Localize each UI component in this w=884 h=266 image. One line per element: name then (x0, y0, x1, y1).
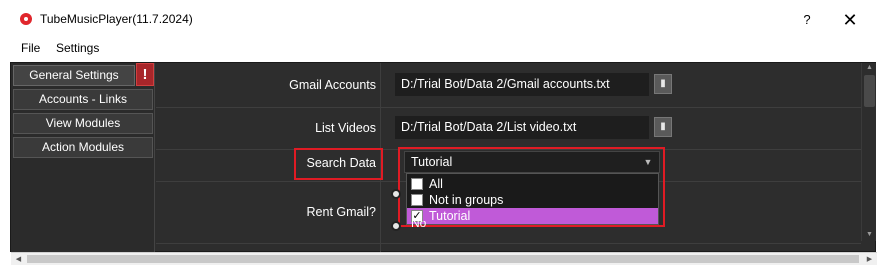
option-tutorial[interactable]: ✓ Tutorial (407, 208, 658, 224)
sidebar-item-accounts-links[interactable]: Accounts - Links (13, 89, 153, 110)
rent-gmail-radio-no[interactable] (391, 221, 401, 231)
title-bar: TubeMusicPlayer(11.7.2024) ? ✕ (0, 0, 884, 38)
vertical-scrollbar[interactable]: ▲ ▼ (861, 63, 876, 241)
horizontal-scrollbar[interactable]: ◀ ▶ (11, 252, 877, 265)
list-videos-browse-button[interactable]: ▮ (654, 117, 672, 137)
folder-icon: ▮ (660, 121, 666, 132)
horizontal-scroll-thumb[interactable] (27, 255, 859, 263)
sidebar-item-label: View Modules (45, 116, 121, 130)
vertical-scroll-thumb[interactable] (864, 75, 875, 107)
list-videos-label: List Videos (315, 121, 376, 135)
scroll-left-icon[interactable]: ◀ (11, 255, 26, 263)
scroll-right-icon[interactable]: ▶ (862, 255, 877, 263)
main-panel: General Settings ! Accounts - Links View… (10, 62, 877, 265)
alert-icon: ! (136, 63, 154, 86)
sidebar-item-label: Accounts - Links (38, 92, 128, 106)
search-data-label: Search Data (306, 156, 376, 170)
window-title: TubeMusicPlayer(11.7.2024) (40, 12, 193, 26)
rent-gmail-radio-yes[interactable] (391, 189, 401, 199)
option-label: Not in groups (429, 193, 504, 207)
row-divider (156, 107, 861, 108)
checkbox-icon[interactable] (411, 178, 423, 190)
rent-gmail-label: Rent Gmail? (306, 205, 376, 219)
gmail-accounts-label: Gmail Accounts (289, 78, 376, 92)
scroll-down-icon[interactable]: ▼ (862, 231, 877, 238)
folder-icon: ▮ (660, 78, 666, 89)
gmail-accounts-browse-button[interactable]: ▮ (654, 74, 672, 94)
sidebar-item-general-settings[interactable]: General Settings (13, 65, 135, 86)
search-data-selected-value: Tutorial (411, 155, 453, 169)
option-all[interactable]: All (407, 176, 658, 192)
sidebar-item-view-modules[interactable]: View Modules (13, 113, 153, 134)
rent-gmail-no-label: No (411, 221, 427, 229)
sidebar: General Settings ! Accounts - Links View… (11, 63, 155, 253)
sidebar-item-label: General Settings (29, 68, 119, 82)
option-label: Tutorial (429, 209, 471, 223)
help-button[interactable]: ? (795, 8, 819, 32)
sidebar-item-action-modules[interactable]: Action Modules (13, 137, 153, 158)
row-divider (156, 243, 861, 244)
search-data-select[interactable]: Tutorial ▼ (404, 151, 660, 173)
option-not-in-groups[interactable]: Not in groups (407, 192, 658, 208)
gmail-accounts-path-field[interactable]: D:/Trial Bot/Data 2/Gmail accounts.txt (395, 73, 649, 96)
menu-settings[interactable]: Settings (56, 41, 99, 55)
search-data-dropdown-list: All Not in groups ✓ Tutorial (406, 173, 659, 225)
settings-form: Gmail Accounts D:/Trial Bot/Data 2/Gmail… (156, 63, 861, 253)
chevron-down-icon[interactable]: ▼ (637, 152, 659, 172)
scroll-up-icon[interactable]: ▲ (862, 64, 877, 71)
app-icon (20, 13, 32, 25)
list-videos-path-field[interactable]: D:/Trial Bot/Data 2/List video.txt (395, 116, 649, 139)
menu-file[interactable]: File (21, 41, 40, 55)
option-label: All (429, 177, 443, 191)
menu-bar: File Settings (0, 38, 884, 60)
checkbox-icon[interactable] (411, 194, 423, 206)
close-button[interactable]: ✕ (838, 8, 862, 32)
sidebar-item-label: Action Modules (41, 140, 125, 154)
